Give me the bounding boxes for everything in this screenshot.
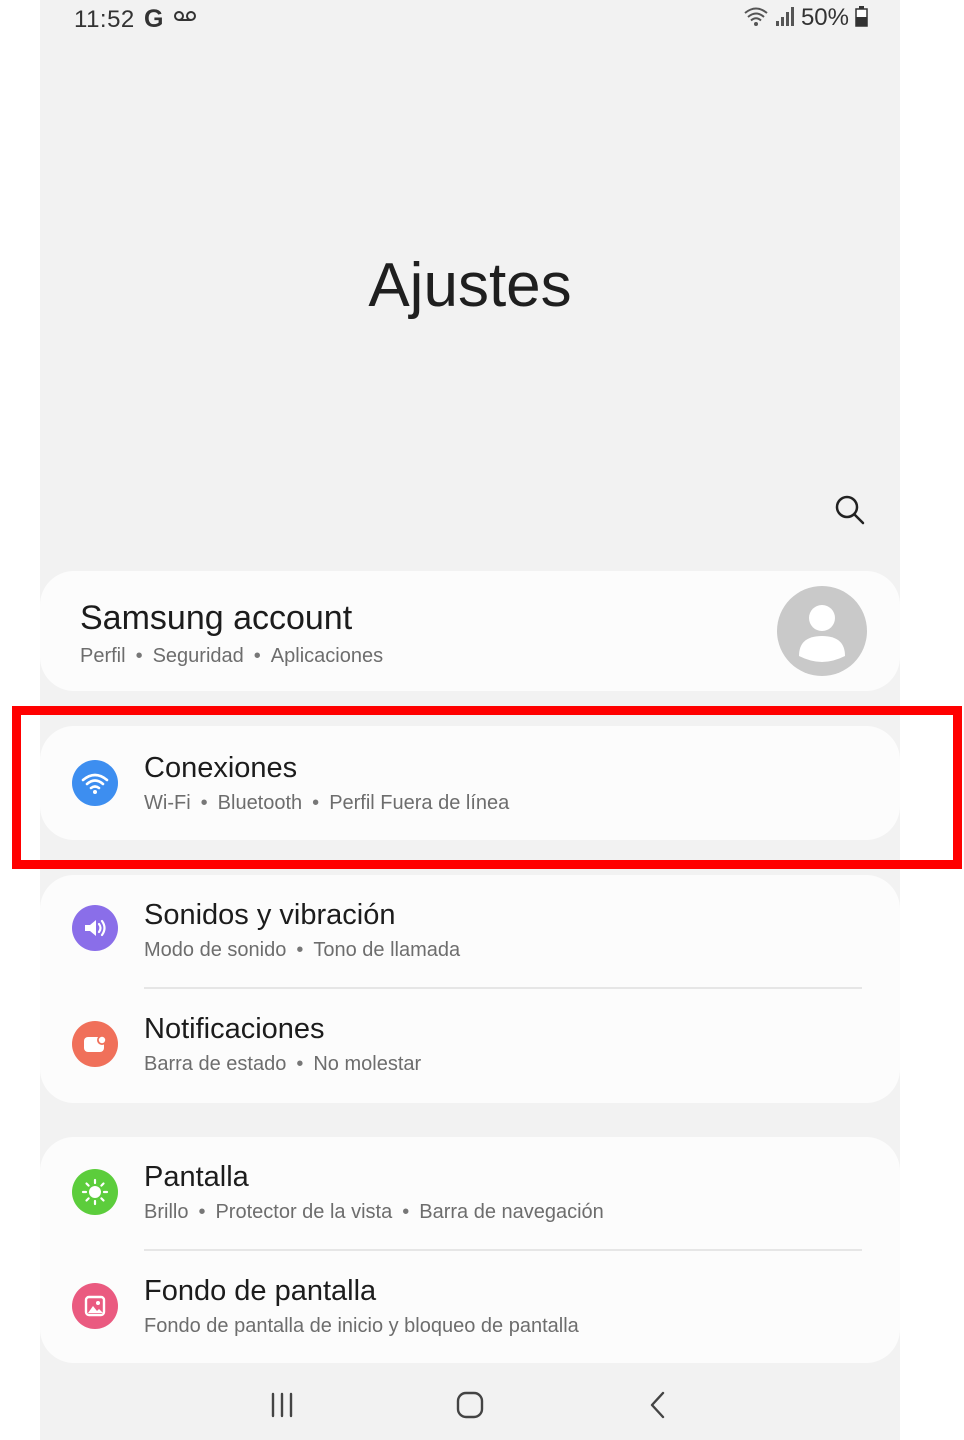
page-title: Ajustes: [368, 251, 572, 320]
samsung-account-card[interactable]: Samsung account Perfil • Seguridad • Aplicac…: [40, 571, 900, 691]
battery-percent: 50%: [800, 4, 849, 31]
item-title: Conexiones: [144, 752, 298, 784]
sub-status-bar: Barra de estado: [144, 1053, 287, 1075]
item-subtitle: Modo de sonido • Tono de llamada: [144, 939, 461, 961]
google-g-icon: G: [144, 5, 164, 33]
battery-icon: [855, 5, 868, 32]
back-icon: [650, 1391, 665, 1419]
item-title: Pantalla: [144, 1161, 249, 1193]
user-avatar-icon[interactable]: [777, 586, 867, 676]
settings-item-wallpaper[interactable]: Fondo de pantalla Fondo de pantalla de i…: [40, 1251, 900, 1363]
wifi-icon: [72, 760, 118, 806]
item-title: Sonidos y vibración: [144, 899, 396, 931]
search-button[interactable]: [830, 490, 870, 530]
home-icon: [456, 1391, 484, 1419]
account-title: Samsung account: [80, 599, 353, 637]
back-button[interactable]: [638, 1388, 678, 1422]
sub-navigation-bar: Barra de navegación: [419, 1201, 604, 1223]
sub-bluetooth: Bluetooth: [217, 792, 303, 814]
settings-item-display[interactable]: Pantalla Brillo • Protector de la vista • Ba…: [40, 1137, 900, 1249]
voicemail-icon: [174, 9, 196, 28]
sub-offline-profile: Perfil Fuera de línea: [329, 792, 510, 814]
speaker-icon: [72, 905, 118, 951]
sound-notifications-card: Sonidos y vibración Modo de sonido • Tono …: [40, 875, 900, 1103]
sub-ringtone: Tono de llamada: [313, 939, 461, 961]
item-subtitle: Brillo • Protector de la vista • Barra de na…: [144, 1201, 604, 1223]
signal-icon: [775, 5, 795, 32]
settings-item-connections[interactable]: Conexiones Wi-Fi • Bluetooth • Perfil Fuera …: [40, 726, 900, 840]
recents-icon: [271, 1392, 293, 1418]
status-right-group: 50%: [743, 4, 868, 32]
status-time: 11:52: [74, 6, 135, 33]
display-wallpaper-card: Pantalla Brillo • Protector de la vista • Ba…: [40, 1137, 900, 1363]
account-sub-security: Seguridad: [152, 645, 244, 667]
sub-do-not-disturb: No molestar: [313, 1053, 422, 1075]
account-subtitle: Perfil • Seguridad • Aplicaciones: [80, 645, 384, 667]
item-title: Fondo de pantalla: [144, 1275, 377, 1307]
sub-sound-mode: Modo de sonido: [144, 939, 287, 961]
sun-icon: [72, 1169, 118, 1215]
settings-item-sounds[interactable]: Sonidos y vibración Modo de sonido • Tono …: [40, 875, 900, 989]
wifi-icon: [743, 5, 769, 32]
settings-item-notifications[interactable]: Notificaciones Barra de estado • No molest…: [40, 989, 900, 1103]
image-icon: [72, 1283, 118, 1329]
navigation-bar: [40, 1372, 900, 1432]
sub-wifi: Wi-Fi: [144, 792, 191, 814]
item-subtitle: Wi-Fi • Bluetooth • Perfil Fuera de línea: [144, 792, 510, 814]
recents-button[interactable]: [262, 1388, 302, 1422]
sub-wallpaper-desc: Fondo de pantalla de inicio y bloqueo de…: [144, 1315, 579, 1337]
account-sub-profile: Perfil: [80, 645, 126, 667]
search-icon: [835, 495, 865, 525]
sub-eye-comfort: Protector de la vista: [215, 1201, 393, 1223]
account-sub-apps: Aplicaciones: [270, 645, 384, 667]
home-button[interactable]: [450, 1388, 490, 1422]
sub-brightness: Brillo: [144, 1201, 189, 1223]
item-subtitle: Barra de estado • No molestar: [144, 1053, 422, 1075]
notification-icon: [72, 1021, 118, 1067]
connections-card[interactable]: Conexiones Wi-Fi • Bluetooth • Perfil Fuera …: [40, 726, 900, 840]
status-bar: 11:52 G 50%: [40, 0, 900, 40]
item-subtitle: Fondo de pantalla de inicio y bloqueo de…: [144, 1315, 579, 1338]
item-title: Notificaciones: [144, 1013, 325, 1045]
phone-screen: 11:52 G 50% Ajustes Samsung account Perf…: [40, 0, 900, 1440]
